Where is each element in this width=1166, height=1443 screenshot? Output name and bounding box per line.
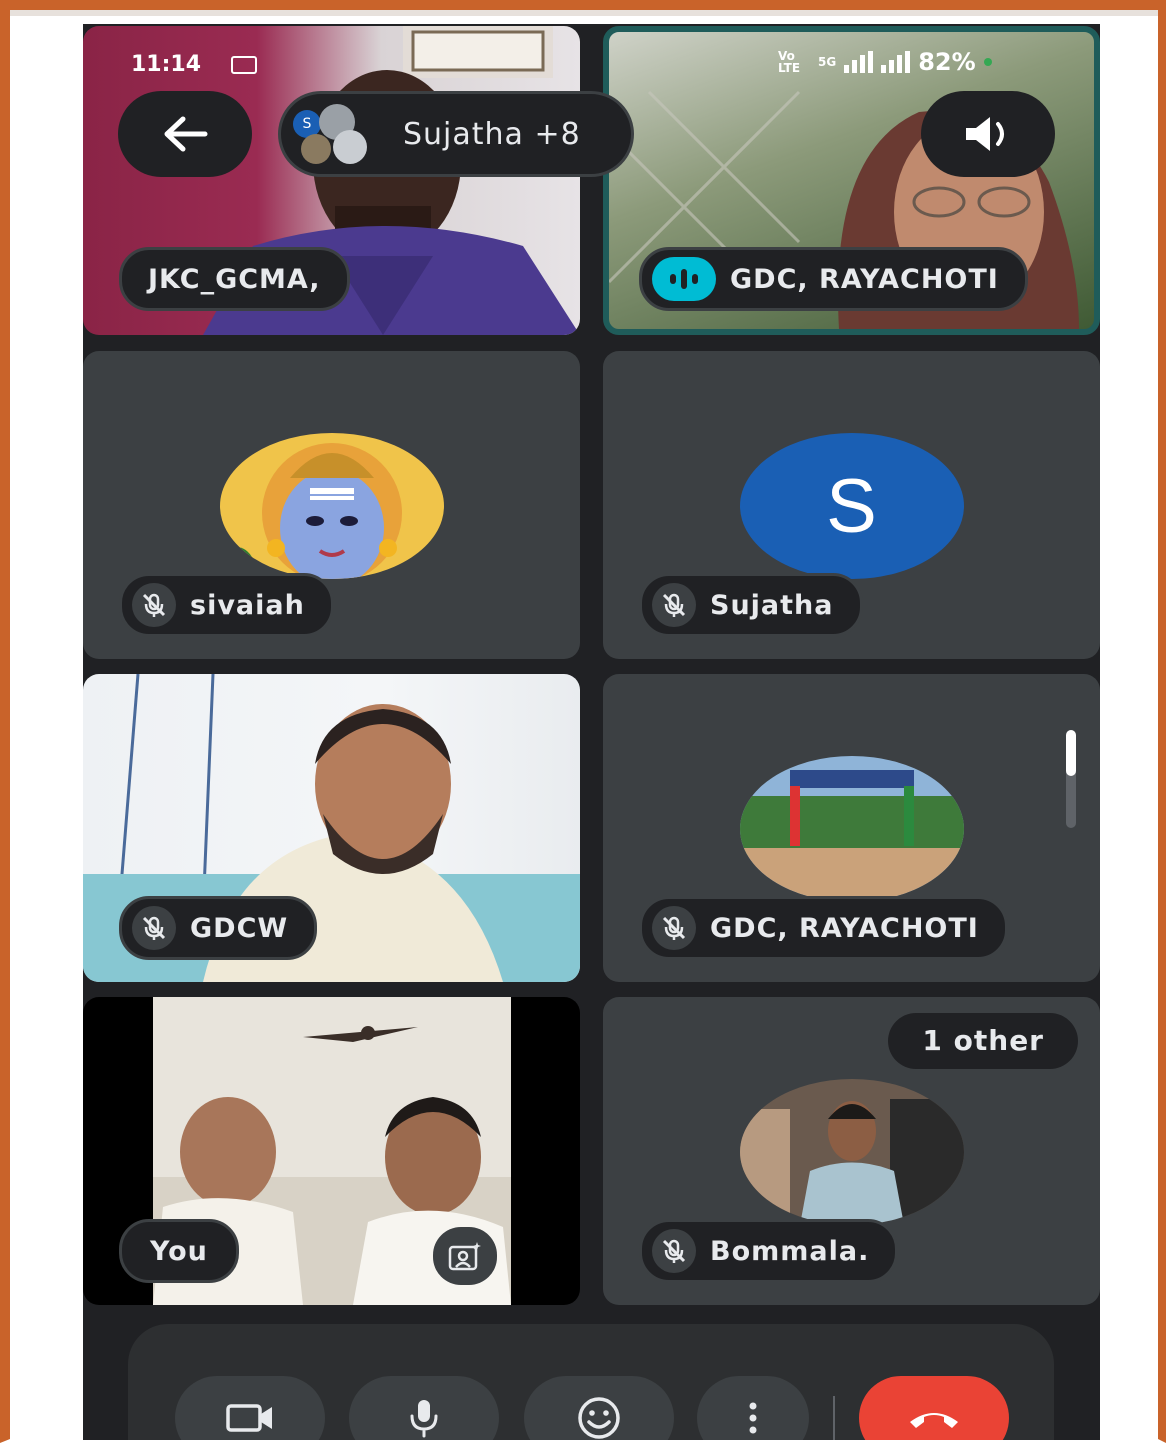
mic-off-icon [132,583,176,627]
microphone-toggle-button[interactable] [349,1376,499,1440]
participant-name: sivaiah [190,589,305,621]
speaker-button[interactable] [921,91,1055,177]
participant-name-pill: You [119,1219,239,1283]
participant-avatar [739,756,964,902]
scrollbar-thumb[interactable] [1066,730,1076,776]
participant-tile-self[interactable]: You [83,997,580,1305]
participant-name-pill: JKC_GCMA, [119,247,350,311]
participant-tile-bommala[interactable]: 1 other Bommala. [603,997,1100,1305]
recording-dot-icon [983,58,992,66]
back-button[interactable] [118,91,252,177]
participant-avatar: S [739,433,964,579]
participant-tile-sivaiah[interactable]: sivaiah [83,351,580,659]
participants-button[interactable]: S Sujatha +8 [278,91,634,177]
participant-name-pill: Bommala. [639,1219,899,1283]
controls-divider [833,1396,835,1440]
participant-name: Sujatha [710,589,834,621]
more-options-button[interactable] [697,1376,809,1440]
mic-off-icon [652,906,696,950]
others-badge: 1 other [888,1013,1078,1069]
visual-effects-icon [448,1242,481,1271]
participant-avatar [219,433,444,579]
scrollbar[interactable] [1066,730,1076,828]
effects-button[interactable] [433,1227,497,1285]
participant-name: GDC, RAYACHOTI [710,912,979,944]
back-arrow-icon [164,116,208,152]
participant-name: GDCW [190,912,289,944]
participants-avatars: S [293,104,377,164]
reactions-button[interactable] [524,1376,674,1440]
participant-name-pill: Sujatha [639,573,863,637]
cast-icon [231,56,257,74]
participant-avatar [739,1079,964,1225]
meeting-label: Sujatha +8 [403,116,581,152]
battery-level: 82% [918,48,976,76]
participant-name-pill: GDC, RAYACHOTI [639,896,1008,960]
participant-name: Bommala. [710,1235,870,1267]
mic-off-icon [132,906,176,950]
network-label: Vo LTE [778,49,801,75]
camera-toggle-button[interactable] [175,1376,325,1440]
signal-icon [881,51,911,73]
meet-call-screen: JKC_GCMA, GDC, RAYACHOTI 11:14 Vo LTE 5G… [83,24,1100,1440]
participant-name-pill: GDC, RAYACHOTI [639,247,1028,311]
participant-tile-gdcw[interactable]: GDCW [83,674,580,982]
participant-name: You [150,1235,208,1267]
mic-off-icon [652,1229,696,1273]
speaker-icon [966,117,1004,151]
avatar-initial: S [826,463,877,549]
participant-name-pill: GDCW [119,896,318,960]
signal-icon [844,51,874,73]
participant-name: JKC_GCMA, [148,263,321,295]
participant-tile-gdc-rayachoti[interactable]: GDC, RAYACHOTI [603,674,1100,982]
end-call-icon [910,1413,958,1428]
status-time: 11:14 [131,52,202,77]
participant-name-pill: sivaiah [119,573,334,637]
network-type: 5G [818,55,837,69]
speaking-indicator-icon [652,257,716,301]
status-icons: Vo LTE 5G 82% [778,48,992,76]
camera-icon [226,1404,272,1432]
participant-name: GDC, RAYACHOTI [730,263,999,295]
participant-tile-sujatha[interactable]: S Sujatha [603,351,1100,659]
more-options-icon [749,1402,757,1434]
mic-off-icon [652,583,696,627]
emoji-icon [578,1397,620,1439]
microphone-icon [410,1400,438,1438]
end-call-button[interactable] [859,1376,1009,1440]
